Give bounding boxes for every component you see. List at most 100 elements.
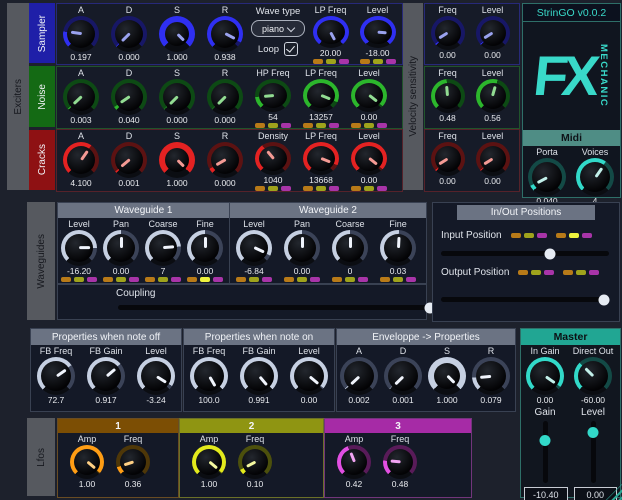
velocity-noise-row: Freq0.48Level0.56 [424, 66, 520, 129]
slider-handle[interactable] [598, 294, 609, 305]
knob-dial-a[interactable] [63, 16, 99, 52]
knob-dial-lp-freq[interactable] [303, 142, 339, 175]
knob-dial-pan[interactable] [284, 230, 320, 266]
knob-needle [584, 367, 594, 377]
knob-dial-pan[interactable] [103, 230, 139, 266]
mod-square [129, 277, 139, 282]
input-position-slider[interactable] [441, 251, 609, 256]
knob-dial-s[interactable] [428, 357, 466, 395]
knob-dial-lp-freq[interactable] [313, 16, 349, 48]
knob-face [388, 361, 418, 391]
coupling-label: Coupling [116, 288, 426, 299]
knob-dial-freq[interactable] [116, 445, 150, 479]
knob-dial-freq[interactable] [431, 79, 465, 113]
knob-dial-lp-freq[interactable] [303, 79, 339, 112]
knob-dial-coarse[interactable] [332, 230, 368, 266]
knob-dial-level[interactable] [236, 230, 272, 266]
tab-sampler[interactable]: Sampler [29, 3, 55, 63]
knob-dial-d[interactable] [111, 16, 147, 52]
knob-dial-a[interactable] [63, 79, 99, 115]
tab-noise[interactable]: Noise [29, 66, 55, 126]
knob-dial-fine[interactable] [187, 230, 223, 266]
knob-dial-amp[interactable] [337, 445, 371, 479]
lfo1-panel: 1 Amp1.00Freq0.36 [57, 418, 179, 498]
brand-column: StrinGO v0.0.2 FX MECHANIC Midi Porta0.0… [522, 3, 621, 198]
knob-dial-a[interactable] [340, 357, 378, 395]
knob-dial-level[interactable] [290, 357, 328, 395]
knob-dial-fb-freq[interactable] [190, 357, 228, 395]
knob-value: 0 [348, 266, 353, 276]
knob-dial-fb-gain[interactable] [240, 357, 278, 395]
knob-needle [105, 368, 116, 378]
slider-handle[interactable] [588, 427, 599, 438]
knob-value: 0.000 [214, 178, 235, 188]
knob-dial-amp[interactable] [70, 445, 104, 479]
slider-handle[interactable] [540, 435, 551, 446]
gain-slider[interactable] [543, 421, 548, 483]
knob-dial-s[interactable] [159, 79, 195, 115]
knob-dial-coarse[interactable] [145, 230, 181, 266]
knob-needle [168, 96, 178, 106]
knob-dial-freq[interactable] [383, 445, 417, 479]
knob-dial-d[interactable] [111, 142, 147, 178]
velocity-cracks-knobs: Freq0.00Level0.00 [425, 130, 515, 191]
knob-face [115, 83, 143, 111]
knob-label: FB Gain [242, 346, 275, 357]
noise-adsr-knobs: A0.003D0.040S0.000R0.000 [57, 67, 249, 128]
knob-dial-freq[interactable] [238, 445, 272, 479]
lfo2-panel: 2 Amp1.00Freq0.10 [179, 418, 324, 498]
wave-type-column: Wave type piano Loop [249, 4, 307, 64]
knob-dial-r[interactable] [207, 79, 243, 115]
knob-dial-r[interactable] [207, 16, 243, 52]
tab-cracks[interactable]: Cracks [29, 130, 55, 190]
mod-square [61, 277, 71, 282]
knob-dial-in-gain[interactable] [526, 357, 564, 395]
knob-face [240, 234, 268, 262]
knob-dial-voices[interactable] [576, 158, 614, 196]
knob-dial-level[interactable] [476, 16, 510, 50]
knob-dial-s[interactable] [159, 16, 195, 52]
knob-label: FB Gain [89, 346, 122, 357]
knob-label: Freq [438, 68, 457, 79]
knob-dial-porta[interactable] [528, 158, 566, 196]
knob-dial-level[interactable] [476, 142, 510, 176]
knob-dial-density[interactable] [255, 142, 291, 175]
knob-value: 7 [161, 266, 166, 276]
knob-dial-level[interactable] [137, 357, 175, 395]
knob-dial-a[interactable] [63, 142, 99, 178]
loop-checkbox[interactable] [284, 42, 298, 56]
knob-dial-freq[interactable] [431, 142, 465, 176]
knob-dial-freq[interactable] [431, 16, 465, 50]
note-on-knobs: FB Freq100.0FB Gain0.991Level0.00 [184, 345, 334, 405]
knob-dial-direct-out[interactable] [574, 357, 612, 395]
mod-square [373, 59, 383, 64]
knob-needle [349, 452, 355, 462]
knob-dial-fb-gain[interactable] [87, 357, 125, 395]
knob-dial-level[interactable] [351, 142, 387, 175]
knob-dial-level[interactable] [61, 230, 97, 266]
mod-square [377, 123, 387, 128]
knob-dial-level[interactable] [476, 79, 510, 113]
knob-value: 0.917 [95, 395, 116, 405]
knob-label: Freq [246, 434, 265, 445]
knob-face [384, 234, 412, 262]
wave-type-select[interactable]: piano [251, 20, 305, 37]
knob-dial-level[interactable] [351, 79, 387, 112]
knob-dial-d[interactable] [111, 79, 147, 115]
knob-dial-fine[interactable] [380, 230, 416, 266]
knob-value: -3.24 [146, 395, 165, 405]
knob-face [196, 449, 222, 475]
knob-dial-amp[interactable] [192, 445, 226, 479]
output-position-slider[interactable] [441, 297, 609, 302]
knob-dial-r[interactable] [207, 142, 243, 178]
knob-dial-s[interactable] [159, 142, 195, 178]
coupling-slider[interactable] [118, 305, 443, 310]
mod-square [255, 123, 265, 128]
knob-dial-hp-freq[interactable] [255, 79, 291, 112]
level-slider[interactable] [591, 421, 596, 483]
knob-dial-fb-freq[interactable] [37, 357, 75, 395]
knob-dial-d[interactable] [384, 357, 422, 395]
knob-dial-r[interactable] [472, 357, 510, 395]
knob-dial-level[interactable] [360, 16, 396, 48]
slider-handle[interactable] [545, 248, 556, 259]
